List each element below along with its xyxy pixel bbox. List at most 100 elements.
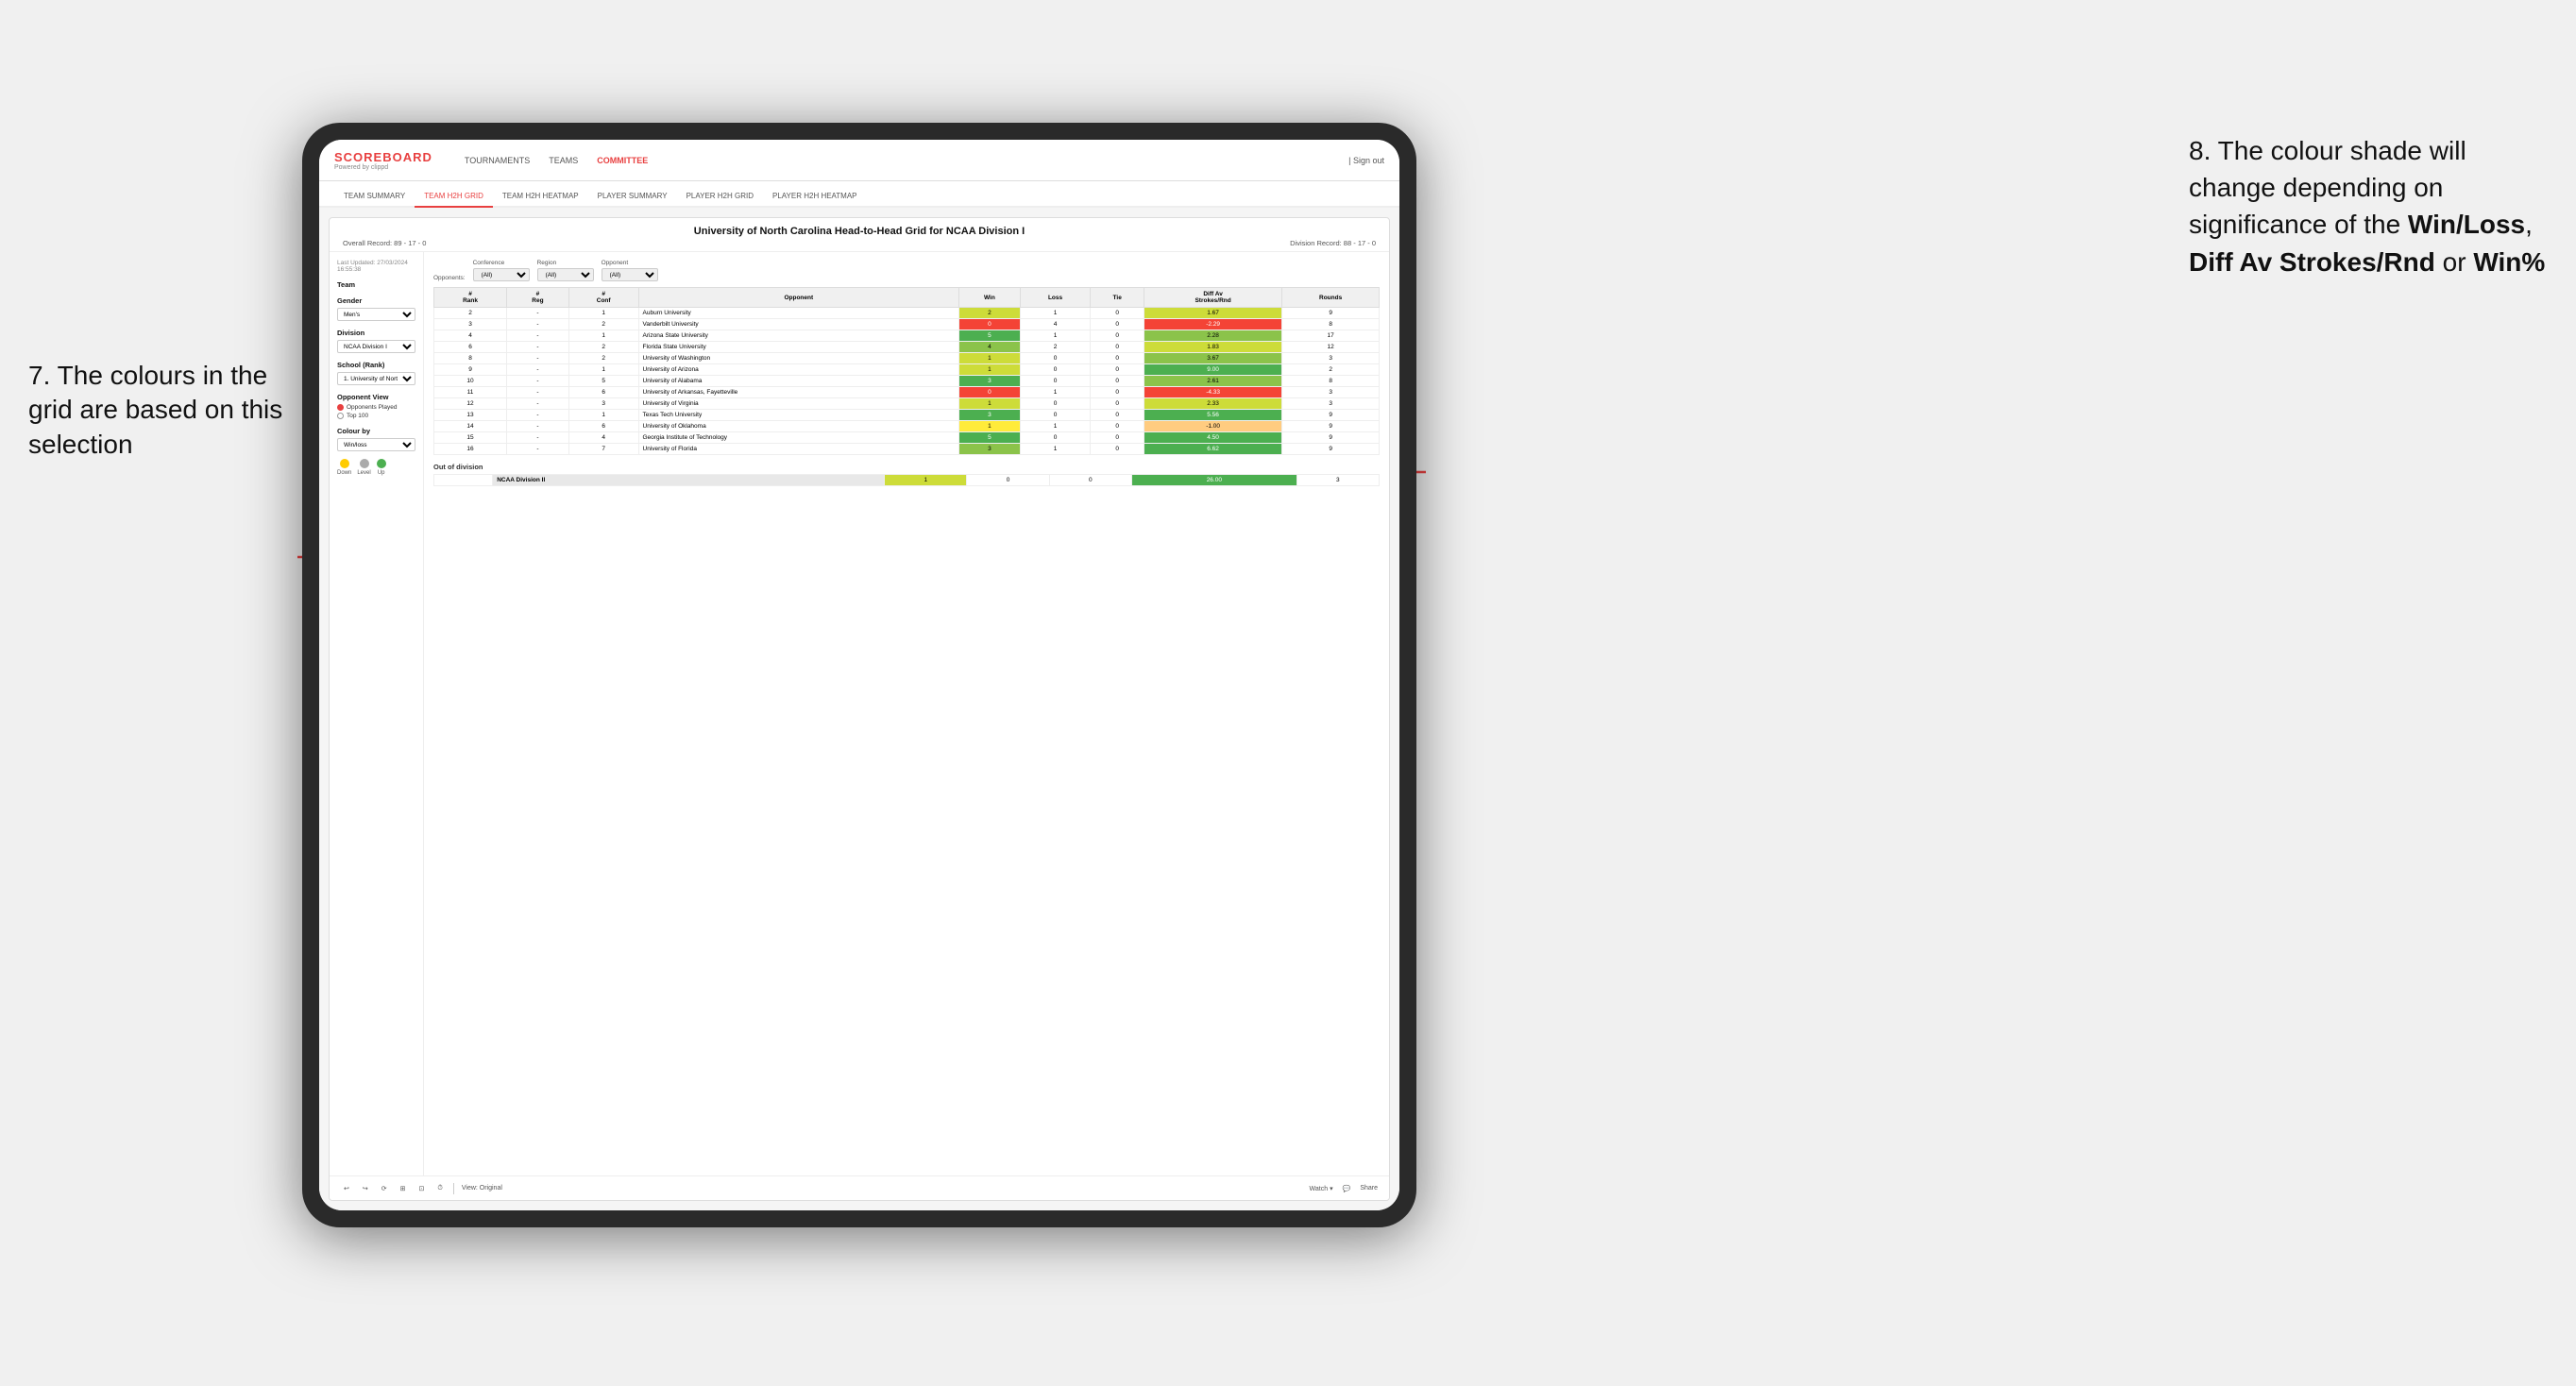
cell-conf: 1 bbox=[568, 330, 638, 342]
filter-region-select[interactable]: (All) bbox=[537, 268, 594, 281]
division-label: Division bbox=[337, 329, 415, 337]
h2h-grid-table: #Rank #Reg #Conf Opponent Win Loss Tie D… bbox=[433, 287, 1380, 455]
toolbar-redo[interactable]: ↪ bbox=[360, 1183, 371, 1194]
cell-tie: 0 bbox=[1091, 364, 1144, 376]
nav-sign-out[interactable]: | Sign out bbox=[1348, 156, 1384, 165]
tablet-device: SCOREBOARD Powered by clippd TOURNAMENTS… bbox=[302, 123, 1416, 1227]
cell-tie: 0 bbox=[1091, 387, 1144, 398]
cell-reg: - bbox=[507, 353, 569, 364]
table-body: 2 - 1 Auburn University 2 1 0 1.67 9 3 -… bbox=[434, 308, 1380, 455]
colour-by-label: Colour by bbox=[337, 427, 415, 435]
annotation-sep-1: , bbox=[2525, 210, 2533, 239]
toolbar-share[interactable]: Share bbox=[1360, 1185, 1378, 1192]
nav-tournaments[interactable]: TOURNAMENTS bbox=[465, 156, 530, 165]
cell-diff: 6.62 bbox=[1144, 444, 1281, 455]
sub-nav-team-h2h-grid[interactable]: TEAM H2H GRID bbox=[415, 186, 493, 208]
cell-opponent: Texas Tech University bbox=[638, 410, 959, 421]
cell-win: 1 bbox=[959, 421, 1021, 432]
cell-loss: 1 bbox=[1020, 387, 1091, 398]
cell-reg: - bbox=[507, 364, 569, 376]
out-div-name: NCAA Division II bbox=[493, 475, 885, 486]
cell-loss: 1 bbox=[1020, 308, 1091, 319]
cell-tie: 0 bbox=[1091, 432, 1144, 444]
toolbar-watch[interactable]: Watch ▾ bbox=[1310, 1185, 1333, 1192]
cell-loss: 0 bbox=[1020, 376, 1091, 387]
toolbar-clock[interactable]: ⏱ bbox=[434, 1183, 445, 1194]
table-row: 6 - 2 Florida State University 4 2 0 1.8… bbox=[434, 342, 1380, 353]
timestamp: Last Updated: 27/03/2024 16:55:38 bbox=[337, 260, 415, 273]
radio-opponents-played[interactable]: Opponents Played bbox=[337, 404, 415, 411]
cell-diff: 2.61 bbox=[1144, 376, 1281, 387]
opponent-view-section: Opponent View Opponents Played Top 100 bbox=[337, 393, 415, 419]
table-row: 16 - 7 University of Florida 3 1 0 6.62 … bbox=[434, 444, 1380, 455]
radio-label-top100: Top 100 bbox=[347, 413, 368, 419]
opponent-view-label: Opponent View bbox=[337, 393, 415, 401]
sub-nav-team-summary[interactable]: TEAM SUMMARY bbox=[334, 186, 415, 208]
out-div-tie: 0 bbox=[1049, 475, 1131, 486]
radio-top-100[interactable]: Top 100 bbox=[337, 413, 415, 419]
nav-teams[interactable]: TEAMS bbox=[549, 156, 578, 165]
division-section: Division NCAA Division I bbox=[337, 329, 415, 353]
cell-tie: 0 bbox=[1091, 308, 1144, 319]
cell-tie: 0 bbox=[1091, 421, 1144, 432]
cell-conf: 1 bbox=[568, 410, 638, 421]
division-select[interactable]: NCAA Division I bbox=[337, 340, 415, 353]
cell-reg: - bbox=[507, 376, 569, 387]
card-body: Last Updated: 27/03/2024 16:55:38 Team G… bbox=[330, 252, 1389, 1175]
filter-opponents: Opponents: bbox=[433, 275, 466, 281]
cell-conf: 3 bbox=[568, 398, 638, 410]
legend-level-label: Level bbox=[357, 470, 370, 476]
school-select[interactable]: 1. University of Nort... bbox=[337, 372, 415, 385]
top-navigation: SCOREBOARD Powered by clippd TOURNAMENTS… bbox=[319, 140, 1399, 181]
cell-conf: 2 bbox=[568, 342, 638, 353]
sub-nav-player-h2h-heatmap[interactable]: PLAYER H2H HEATMAP bbox=[763, 186, 867, 208]
gender-section: Gender Men's bbox=[337, 296, 415, 321]
header-rounds: Rounds bbox=[1282, 288, 1380, 308]
toolbar-grid[interactable]: ⊞ bbox=[398, 1183, 409, 1194]
toolbar-refresh[interactable]: ⟳ bbox=[379, 1183, 390, 1194]
toolbar-comment[interactable]: 💬 bbox=[1343, 1185, 1351, 1192]
out-of-division-label: Out of division bbox=[433, 463, 1380, 471]
team-label: Team bbox=[337, 280, 415, 289]
cell-reg: - bbox=[507, 432, 569, 444]
gender-select[interactable]: Men's bbox=[337, 308, 415, 321]
out-of-division-row: NCAA Division II 1 0 0 26.00 3 bbox=[434, 475, 1380, 486]
cell-win: 1 bbox=[959, 353, 1021, 364]
sub-nav-team-h2h-heatmap[interactable]: TEAM H2H HEATMAP bbox=[493, 186, 588, 208]
cell-loss: 0 bbox=[1020, 410, 1091, 421]
cell-loss: 1 bbox=[1020, 444, 1091, 455]
cell-tie: 0 bbox=[1091, 330, 1144, 342]
cell-rounds: 9 bbox=[1282, 410, 1380, 421]
sub-navigation: TEAM SUMMARY TEAM H2H GRID TEAM H2H HEAT… bbox=[319, 181, 1399, 208]
cell-rounds: 8 bbox=[1282, 319, 1380, 330]
header-rank: #Rank bbox=[434, 288, 507, 308]
cell-diff: 4.50 bbox=[1144, 432, 1281, 444]
colour-by-select[interactable]: Win/loss bbox=[337, 438, 415, 451]
header-opponent: Opponent bbox=[638, 288, 959, 308]
cell-tie: 0 bbox=[1091, 353, 1144, 364]
sub-nav-player-h2h-grid[interactable]: PLAYER H2H GRID bbox=[677, 186, 763, 208]
cell-loss: 0 bbox=[1020, 364, 1091, 376]
card-header: University of North Carolina Head-to-Hea… bbox=[330, 218, 1389, 252]
cell-diff: 5.56 bbox=[1144, 410, 1281, 421]
cell-rounds: 3 bbox=[1282, 353, 1380, 364]
toolbar-undo[interactable]: ↩ bbox=[341, 1183, 352, 1194]
cell-rank: 10 bbox=[434, 376, 507, 387]
filter-opponent-select[interactable]: (All) bbox=[602, 268, 658, 281]
table-header-row: #Rank #Reg #Conf Opponent Win Loss Tie D… bbox=[434, 288, 1380, 308]
sub-nav-player-summary[interactable]: PLAYER SUMMARY bbox=[588, 186, 677, 208]
cell-conf: 2 bbox=[568, 319, 638, 330]
cell-conf: 6 bbox=[568, 387, 638, 398]
cell-opponent: University of Washington bbox=[638, 353, 959, 364]
cell-diff: 3.67 bbox=[1144, 353, 1281, 364]
cell-conf: 6 bbox=[568, 421, 638, 432]
cell-rounds: 3 bbox=[1282, 398, 1380, 410]
filter-conference-select[interactable]: (All) bbox=[473, 268, 530, 281]
annotation-left-number: 7. bbox=[28, 361, 50, 390]
toolbar-filter[interactable]: ⊡ bbox=[416, 1183, 428, 1194]
nav-committee[interactable]: COMMITTEE bbox=[597, 156, 648, 165]
cell-win: 1 bbox=[959, 364, 1021, 376]
cell-rounds: 9 bbox=[1282, 421, 1380, 432]
table-row: 10 - 5 University of Alabama 3 0 0 2.61 … bbox=[434, 376, 1380, 387]
annotation-sep-2: or bbox=[2443, 247, 2474, 277]
